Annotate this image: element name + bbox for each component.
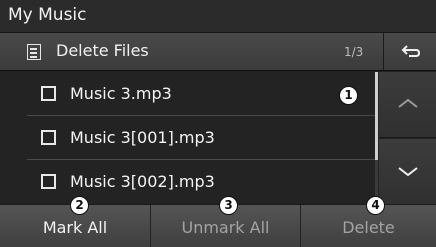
mark-all-label: Mark All [42, 218, 108, 237]
file-name: Music 3[001].mp3 [70, 128, 215, 147]
file-name: Music 3.mp3 [70, 84, 172, 103]
music-screen: My Music Delete Files 1/3 Music 3.mp3 Mu… [0, 0, 436, 247]
chevron-down-icon [398, 167, 418, 177]
callout-1: 1 [339, 86, 358, 105]
back-button[interactable] [383, 33, 436, 71]
file-name: Music 3[002].mp3 [70, 172, 215, 191]
header-bar: Delete Files 1/3 [0, 33, 436, 71]
delete-label: Delete [342, 218, 395, 237]
back-arrow-icon [401, 45, 421, 57]
list-item[interactable]: Music 3.mp3 [0, 72, 375, 116]
app-title: My Music [8, 5, 87, 25]
document-list-icon [27, 44, 41, 60]
scrollbar-thumb[interactable] [375, 72, 378, 160]
scroll-down-button[interactable] [379, 139, 436, 204]
page-indicator: 1/3 [344, 45, 364, 59]
header-label: Delete Files [56, 41, 149, 60]
callout-4: 4 [366, 196, 385, 215]
title-bar: My Music [0, 0, 436, 33]
checkbox[interactable] [41, 130, 56, 145]
chevron-up-icon [398, 98, 418, 108]
list-item[interactable]: Music 3[001].mp3 [0, 116, 375, 160]
checkbox[interactable] [41, 86, 56, 101]
callout-2: 2 [70, 196, 89, 215]
list-item[interactable]: Music 3[002].mp3 [0, 160, 375, 204]
scroll-up-button[interactable] [379, 72, 436, 138]
checkbox[interactable] [41, 174, 56, 189]
unmark-all-label: Unmark All [181, 218, 270, 237]
file-list: Music 3.mp3 Music 3[001].mp3 Music 3[002… [0, 72, 375, 204]
callout-3: 3 [219, 196, 238, 215]
